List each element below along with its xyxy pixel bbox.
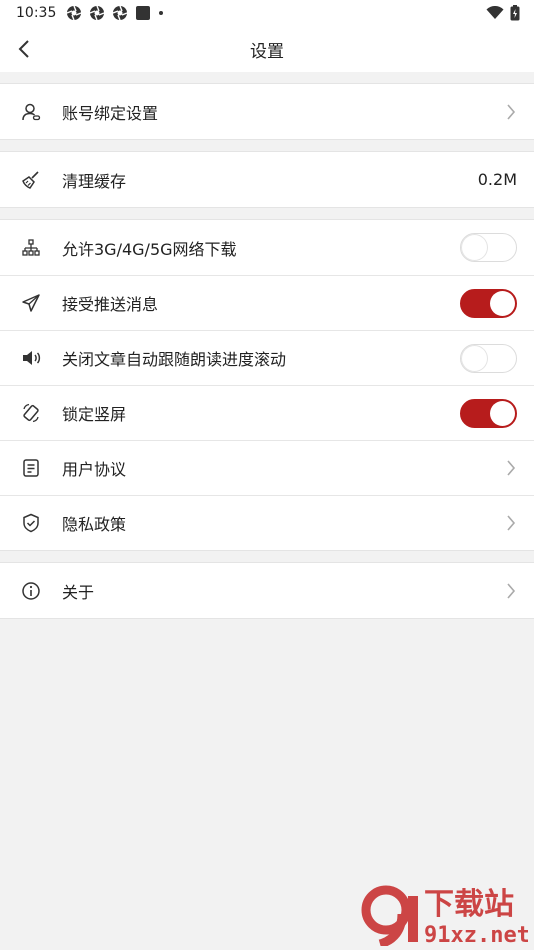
wifi-icon xyxy=(486,6,504,19)
lock-portrait-toggle[interactable] xyxy=(460,398,517,428)
auto-scroll-reading-label: 关闭文章自动跟随朗读进度滚动 xyxy=(62,350,287,369)
push-messages-toggle[interactable] xyxy=(460,288,517,318)
aperture-icon xyxy=(90,5,105,21)
privacy-policy-item[interactable]: 隐私政策 xyxy=(0,495,534,550)
mobile-download-item: 允许3G/4G/5G网络下载 xyxy=(0,220,534,275)
mobile-download-toggle[interactable] xyxy=(460,233,517,262)
settings-group-about: 关于 xyxy=(0,562,534,619)
about-item[interactable]: 关于 xyxy=(0,563,534,618)
about-label: 关于 xyxy=(62,582,95,602)
aperture-icon xyxy=(67,5,82,21)
network-icon xyxy=(20,237,42,259)
info-icon xyxy=(20,580,42,602)
cache-size-value: 0.2M xyxy=(477,170,517,189)
back-button[interactable] xyxy=(12,37,36,61)
account-binding-item[interactable]: 账号绑定设置 xyxy=(0,84,534,139)
chevron-right-icon xyxy=(505,582,517,600)
auto-scroll-reading-item: 关闭文章自动跟随朗读进度滚动 xyxy=(0,330,534,385)
chevron-left-icon xyxy=(18,40,29,58)
chevron-right-icon xyxy=(505,103,517,121)
document-icon xyxy=(20,457,42,479)
clear-cache-label: 清理缓存 xyxy=(62,171,127,191)
auto-scroll-reading-toggle[interactable] xyxy=(460,343,517,373)
status-bar: 10:35 xyxy=(0,0,534,26)
app-square-icon xyxy=(136,6,151,20)
paper-plane-icon xyxy=(20,292,42,314)
mobile-download-label: 允许3G/4G/5G网络下载 xyxy=(62,239,237,259)
settings-group-account: 账号绑定设置 xyxy=(0,83,534,140)
settings-group-preferences: 允许3G/4G/5G网络下载 接受推送消息 关闭文章自动跟随朗读进度滚动 锁定竖… xyxy=(0,219,534,551)
watermark-text-bottom: 91xz.net xyxy=(424,923,528,946)
notification-icons xyxy=(66,5,164,21)
chevron-right-icon xyxy=(505,459,517,477)
chevron-right-icon xyxy=(505,514,517,532)
broom-icon xyxy=(20,169,42,191)
battery-icon xyxy=(510,5,520,21)
lock-portrait-label: 锁定竖屏 xyxy=(62,405,127,424)
user-agreement-label: 用户协议 xyxy=(62,460,127,479)
push-messages-item: 接受推送消息 xyxy=(0,275,534,330)
speaker-icon xyxy=(20,347,42,369)
page-title: 设置 xyxy=(250,41,284,62)
app-header: 设置 xyxy=(0,26,534,72)
user-agreement-item[interactable]: 用户协议 xyxy=(0,440,534,495)
status-time: 10:35 xyxy=(16,5,57,21)
watermark: 9 下载站 91xz.net xyxy=(358,880,530,949)
dot-icon xyxy=(159,11,164,15)
privacy-policy-label: 隐私政策 xyxy=(62,515,127,534)
aperture-icon xyxy=(113,5,128,21)
lock-portrait-item: 锁定竖屏 xyxy=(0,385,534,440)
user-icon xyxy=(20,101,42,123)
screen-rotation-icon xyxy=(20,402,42,424)
clear-cache-item[interactable]: 清理缓存 0.2M xyxy=(0,152,534,207)
push-messages-label: 接受推送消息 xyxy=(62,295,159,314)
watermark-text-top: 下载站 xyxy=(424,887,514,922)
settings-group-cache: 清理缓存 0.2M xyxy=(0,151,534,208)
account-binding-label: 账号绑定设置 xyxy=(62,103,159,123)
shield-check-icon xyxy=(20,512,42,534)
